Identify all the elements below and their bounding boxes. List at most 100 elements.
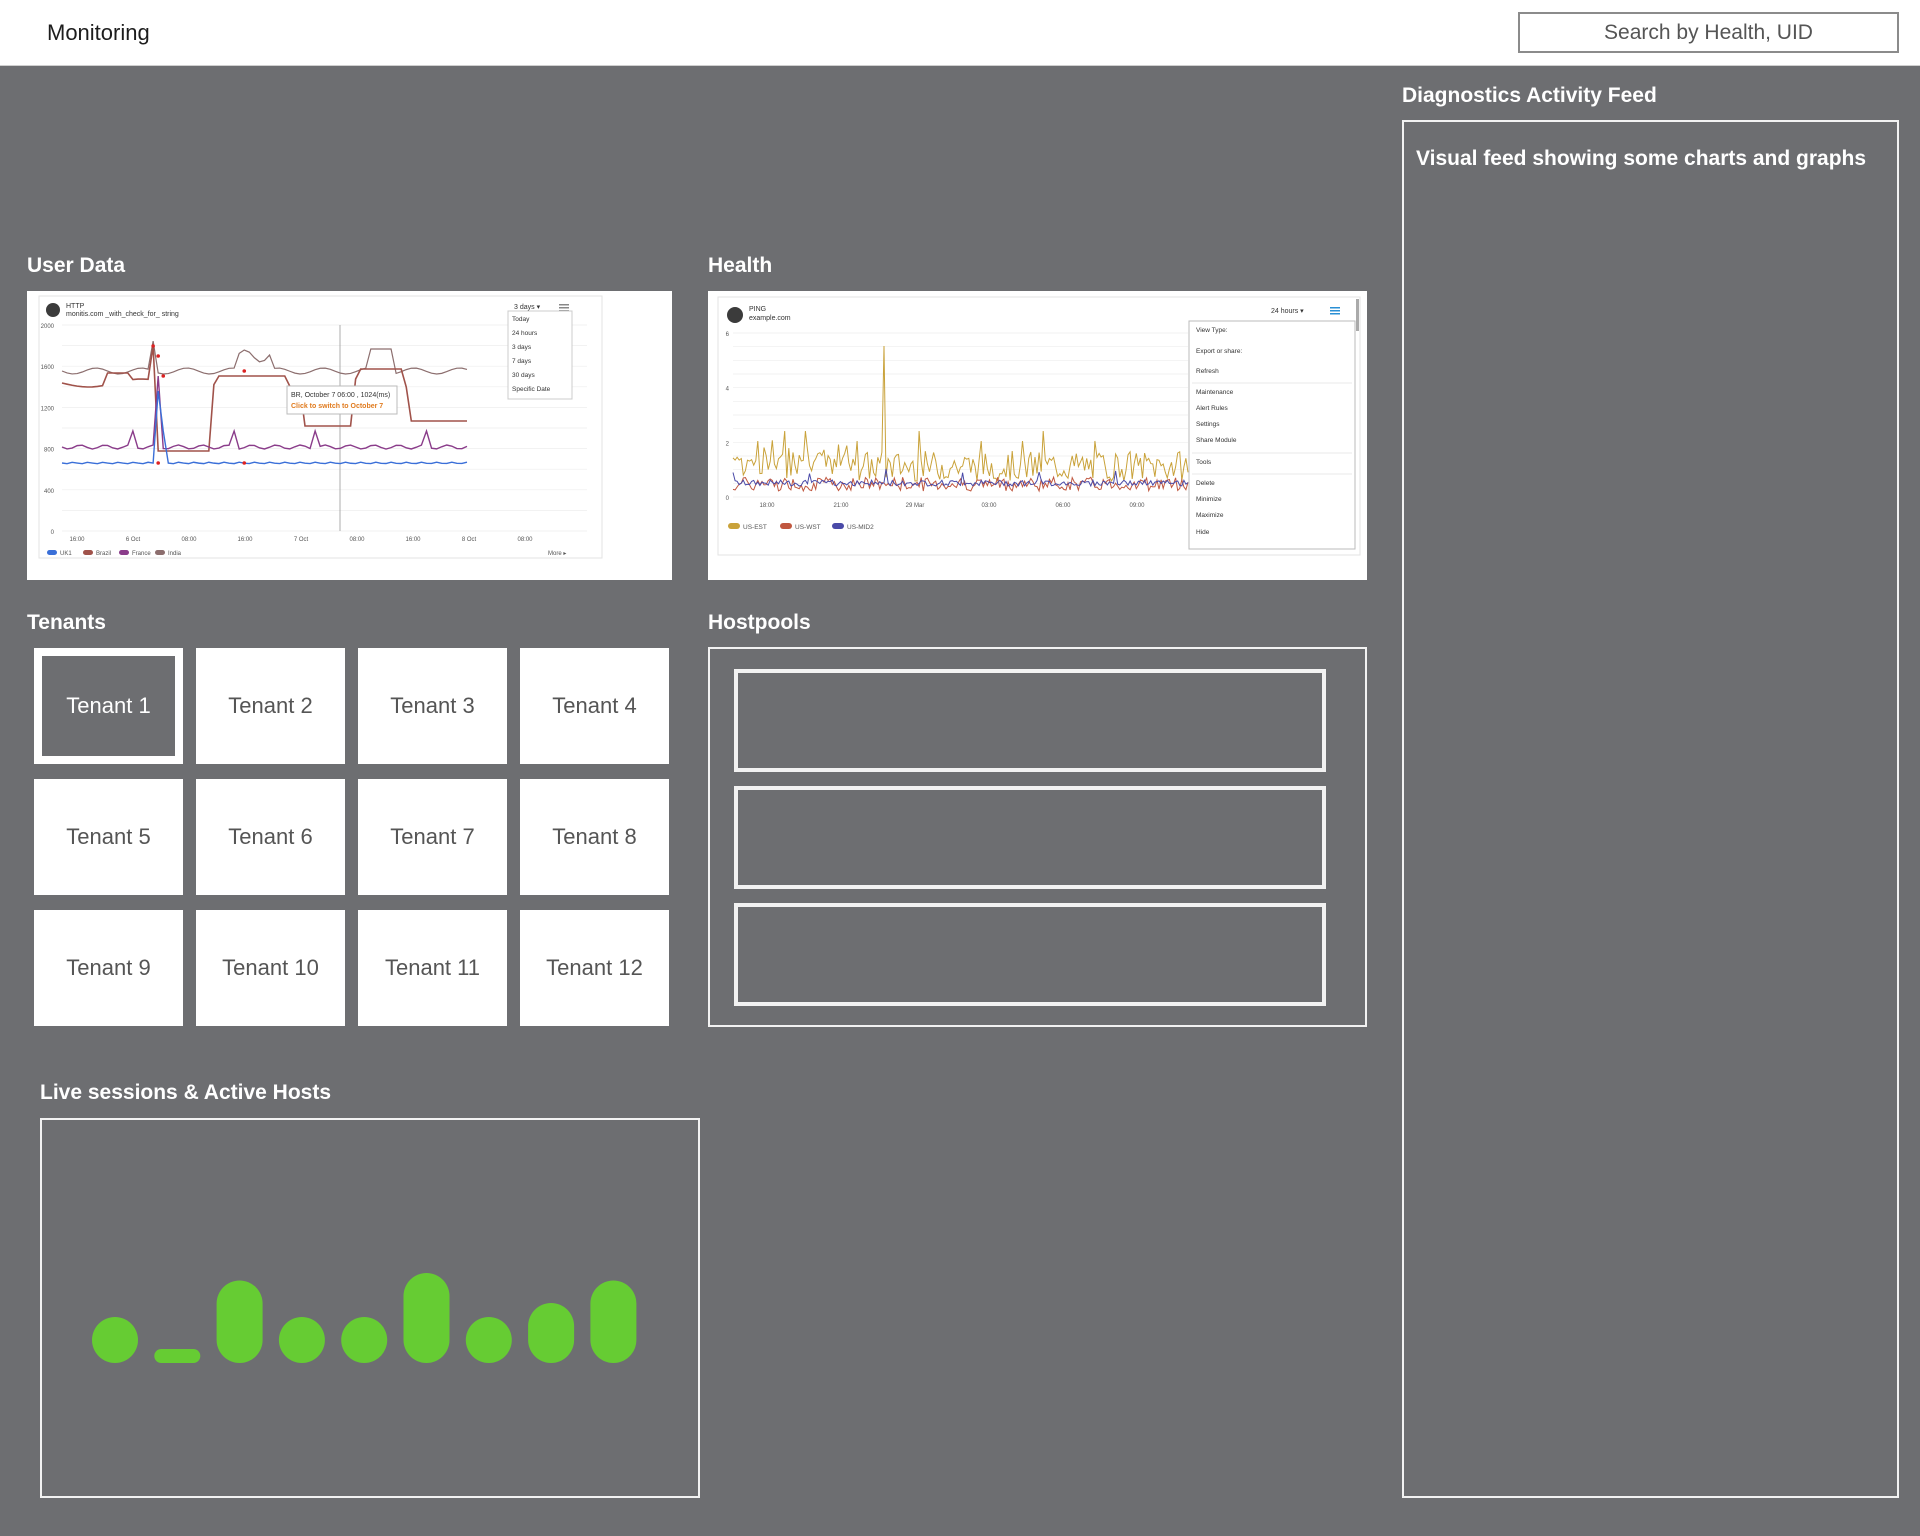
- tenant-tile[interactable]: Tenant 8: [520, 779, 669, 895]
- tenant-tile[interactable]: Tenant 6: [196, 779, 345, 895]
- activity-feed-text: Visual feed showing some charts and grap…: [1416, 147, 1867, 170]
- range-selector[interactable]: 24 hours ▾: [1271, 308, 1304, 315]
- session-bar: [528, 1303, 575, 1363]
- legend-label: US-WST: [795, 524, 821, 531]
- menu-item[interactable]: Share Module: [1196, 437, 1237, 444]
- range-option[interactable]: 30 days: [512, 372, 536, 379]
- section-title-tenants: Tenants: [27, 611, 106, 634]
- tenant-tile[interactable]: Tenant 7: [358, 779, 507, 895]
- section-title-hostpools: Hostpools: [708, 611, 811, 634]
- chart-title: HTTP: [66, 303, 85, 310]
- menu-item[interactable]: Refresh: [1196, 368, 1219, 375]
- hostpool-item[interactable]: [734, 903, 1326, 1006]
- hostpool-item[interactable]: [734, 669, 1326, 772]
- list-icon[interactable]: [1330, 307, 1340, 315]
- tenant-label: Tenant 10: [222, 955, 319, 980]
- user-data-chart: HTTP monitis.com _with_check_for_ string…: [38, 295, 603, 559]
- live-sessions-bars: [92, 1273, 637, 1363]
- scrollbar[interactable]: [1356, 299, 1359, 331]
- data-point: [242, 369, 247, 373]
- y-tick-label: 400: [44, 489, 55, 495]
- tenant-label: Tenant 9: [66, 955, 151, 980]
- x-tick-label: 06:00: [1055, 503, 1071, 509]
- tenant-tile[interactable]: Tenant 2: [196, 648, 345, 764]
- section-title-live-sessions: Live sessions & Active Hosts: [40, 1081, 332, 1104]
- tenant-label: Tenant 12: [546, 955, 643, 980]
- tenant-tile[interactable]: Tenant 5: [34, 779, 183, 895]
- x-tick-label: 08:00: [181, 537, 197, 543]
- tenant-label: Tenant 7: [390, 824, 475, 849]
- y-tick-label: 1200: [41, 406, 55, 412]
- menu-item[interactable]: Alert Rules: [1196, 405, 1229, 412]
- tenant-label: Tenant 2: [228, 693, 313, 718]
- range-selector[interactable]: 3 days ▾: [514, 304, 541, 311]
- tenant-label: Tenant 5: [66, 824, 151, 849]
- tenant-label: Tenant 8: [552, 824, 637, 849]
- session-bar: [216, 1280, 263, 1363]
- session-bar: [465, 1317, 512, 1363]
- x-tick-label: 21:00: [833, 503, 849, 509]
- data-point: [156, 461, 160, 465]
- user-data-chart-panel[interactable]: HTTP monitis.com _with_check_for_ string…: [27, 291, 672, 580]
- hostpool-item[interactable]: [734, 786, 1326, 889]
- legend-toggle[interactable]: [832, 523, 844, 529]
- data-point: [156, 354, 160, 358]
- session-bar: [92, 1317, 138, 1363]
- tenant-tile[interactable]: Tenant 4: [520, 648, 669, 764]
- x-tick-label: 08:00: [349, 537, 365, 543]
- tenant-label: Tenant 1: [66, 693, 151, 718]
- legend-toggle[interactable]: [780, 523, 792, 529]
- legend-label: France: [132, 551, 151, 557]
- session-bar: [403, 1273, 450, 1363]
- range-option[interactable]: 7 days: [512, 358, 532, 365]
- tenant-label: Tenant 6: [228, 824, 313, 849]
- menu-item[interactable]: Hide: [1196, 529, 1210, 536]
- data-point: [242, 461, 247, 465]
- tenant-tile[interactable]: Tenant 3: [358, 648, 507, 764]
- range-option[interactable]: 3 days: [512, 344, 532, 351]
- x-tick-label: 8 Oct: [462, 537, 477, 543]
- x-tick-label: 09:00: [1129, 503, 1145, 509]
- menu-item[interactable]: Settings: [1196, 421, 1220, 428]
- tenant-tile[interactable]: Tenant 10: [196, 910, 345, 1026]
- range-option[interactable]: 24 hours: [512, 330, 538, 337]
- chart-logo-icon: [727, 307, 743, 323]
- section-title-health: Health: [708, 254, 773, 277]
- menu-item[interactable]: Minimize: [1196, 496, 1222, 503]
- more-link[interactable]: More ▸: [548, 551, 566, 557]
- legend-toggle[interactable]: [155, 550, 165, 555]
- menu-item[interactable]: Tools: [1196, 459, 1212, 466]
- legend-label: US-MID2: [847, 524, 874, 531]
- menu-item[interactable]: Export or share:: [1196, 348, 1242, 355]
- health-chart: PING example.com 24 hours ▾ 6420 18:00 21…: [717, 296, 1361, 556]
- menu-item[interactable]: View Type:: [1196, 327, 1228, 334]
- legend-toggle[interactable]: [47, 550, 57, 555]
- session-bar: [341, 1317, 388, 1363]
- x-tick-label: 16:00: [237, 537, 253, 543]
- tenant-tile[interactable]: Tenant 9: [34, 910, 183, 1026]
- chart-logo-icon: [46, 303, 60, 317]
- menu-item[interactable]: Maintenance: [1196, 389, 1234, 396]
- tenant-tile[interactable]: Tenant 11: [358, 910, 507, 1026]
- tenant-label: Tenant 4: [552, 693, 637, 718]
- menu-icon[interactable]: [559, 304, 569, 312]
- tooltip-link[interactable]: Click to switch to October 7: [291, 403, 383, 410]
- data-point: [161, 374, 166, 378]
- legend-label: India: [168, 551, 182, 557]
- legend-toggle[interactable]: [119, 550, 129, 555]
- health-chart-panel[interactable]: PING example.com 24 hours ▾ 6420 18:00 21…: [708, 291, 1367, 580]
- search-input[interactable]: [1518, 12, 1899, 53]
- menu-item[interactable]: Maximize: [1196, 512, 1224, 519]
- tenant-label: Tenant 3: [390, 693, 475, 718]
- menu-item[interactable]: Delete: [1196, 480, 1215, 487]
- chart-subtitle: monitis.com _with_check_for_ string: [66, 311, 179, 318]
- x-tick-label: 18:00: [759, 503, 775, 509]
- range-option[interactable]: Specific Date: [512, 386, 551, 393]
- y-tick-label: 1600: [41, 365, 55, 371]
- tenant-tile[interactable]: Tenant 12: [520, 910, 669, 1026]
- legend-toggle[interactable]: [728, 523, 740, 529]
- range-option[interactable]: Today: [512, 316, 530, 323]
- tenant-tile[interactable]: Tenant 1: [34, 648, 183, 764]
- legend-toggle[interactable]: [83, 550, 93, 555]
- app-title: Monitoring: [47, 20, 150, 45]
